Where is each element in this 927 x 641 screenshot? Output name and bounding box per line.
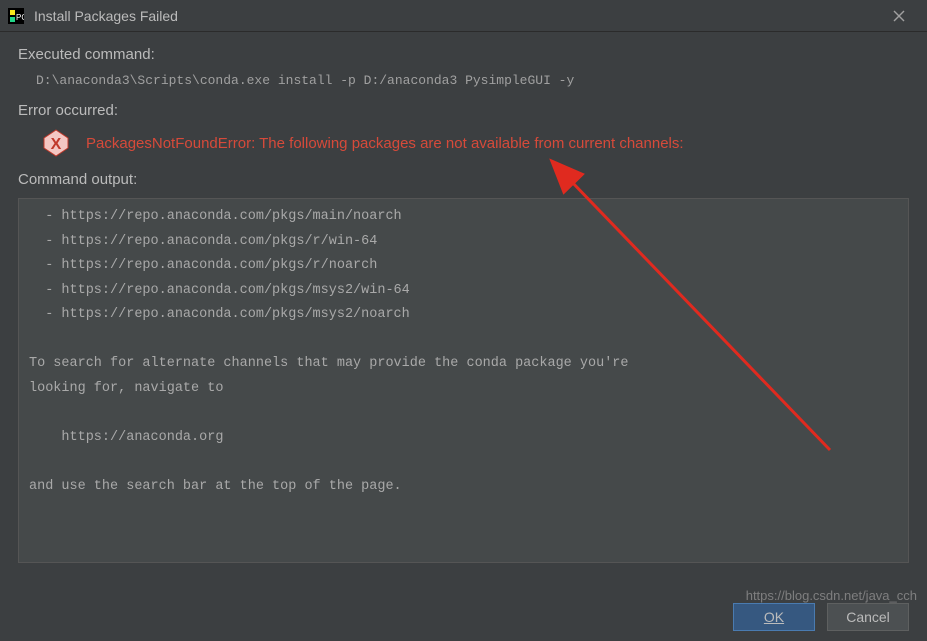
app-icon: PC: [8, 8, 24, 24]
dialog-content: Executed command: D:\anaconda3\Scripts\c…: [0, 32, 927, 563]
command-output-label: Command output:: [18, 171, 909, 188]
error-occurred-label: Error occurred:: [18, 102, 909, 119]
executed-command-label: Executed command:: [18, 46, 909, 63]
cancel-button[interactable]: Cancel: [827, 603, 909, 631]
button-row: OK Cancel: [733, 603, 909, 631]
command-output-text[interactable]: - https://repo.anaconda.com/pkgs/main/no…: [19, 199, 908, 562]
error-message: PackagesNotFoundError: The following pac…: [86, 135, 684, 152]
error-icon: X: [42, 129, 70, 157]
svg-text:PC: PC: [16, 13, 24, 22]
error-row: X PackagesNotFoundError: The following p…: [18, 129, 909, 157]
ok-button[interactable]: OK: [733, 603, 815, 631]
svg-text:X: X: [51, 136, 62, 153]
command-output-box: - https://repo.anaconda.com/pkgs/main/no…: [18, 198, 909, 563]
close-button[interactable]: [879, 2, 919, 30]
watermark: https://blog.csdn.net/java_cch: [746, 588, 917, 603]
executed-command-text: D:\anaconda3\Scripts\conda.exe install -…: [18, 73, 909, 88]
titlebar: PC Install Packages Failed: [0, 0, 927, 32]
window-title: Install Packages Failed: [34, 8, 879, 24]
